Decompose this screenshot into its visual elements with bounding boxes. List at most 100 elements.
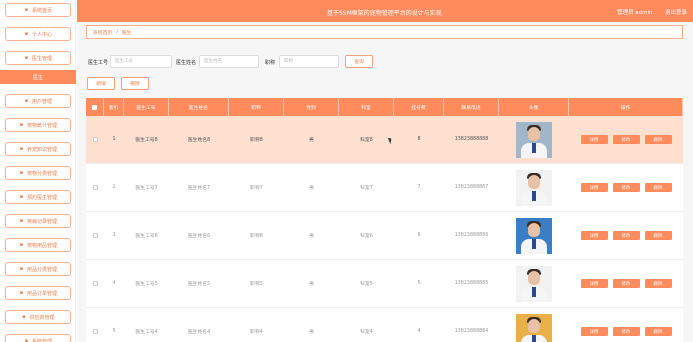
row-select-cell[interactable]	[86, 116, 104, 163]
row-select-cell[interactable]	[86, 260, 104, 307]
cell-id: 医生工号6	[135, 234, 158, 239]
detail-button[interactable]: 详情	[580, 279, 608, 288]
table-row[interactable]: 1 医生工号8 医生姓名8 职称8 男 科室8 8 13823888888 详情 修改 删除	[86, 116, 683, 164]
row-checkbox[interactable]	[92, 185, 98, 190]
cell-phone: 13823888887	[454, 185, 489, 190]
sidebar-item-label: 疾病记录管理	[26, 218, 57, 225]
sidebar-item-7[interactable]: ▪ 宠物分类管理	[5, 166, 71, 180]
breadcrumb-home[interactable]: 系统首页	[93, 29, 112, 36]
order-icon: ▪	[19, 289, 24, 296]
query-button[interactable]: 查询	[345, 55, 373, 68]
cell-actions: 详情 修改 删除	[569, 308, 683, 342]
detail-button[interactable]: 详情	[580, 135, 608, 144]
avatar-tie	[532, 286, 536, 297]
sidebar-item-label: 预约医生管理	[26, 194, 57, 201]
row-checkbox[interactable]	[92, 137, 98, 142]
cell-title: 职称5	[250, 282, 263, 287]
detail-button[interactable]: 详情	[580, 231, 608, 240]
row-select-cell[interactable]	[86, 212, 104, 259]
cell-dept: 科室4	[360, 330, 373, 335]
sidebar-item-4[interactable]: ▪ 用户管理	[5, 94, 71, 108]
table-row[interactable]: 5 医生工号4 医生姓名4 职称4 男 科室4 4 13823888884 详情 修改 删除	[86, 308, 683, 342]
sidebar-item-1[interactable]: ▪ 个人中心	[5, 27, 71, 41]
sidebar-item-3[interactable]: ▪医生	[0, 70, 76, 84]
row-checkbox[interactable]	[92, 329, 98, 334]
sidebar-item-6[interactable]: ▪ 养宠知识管理	[5, 142, 71, 156]
logout-link[interactable]: 退出登录	[665, 8, 687, 16]
sidebar-item-11[interactable]: ▪ 用品分类管理	[5, 262, 71, 276]
search-label-title: 职称	[265, 60, 276, 66]
sidebar-item-label: 宠物分类管理	[26, 170, 57, 177]
cell-index: 4	[112, 281, 116, 286]
row-checkbox[interactable]	[92, 281, 98, 286]
cell-id: 医生工号7	[135, 186, 158, 191]
sidebar-item-5[interactable]: ▪ 宠物統计管理	[5, 118, 71, 132]
table-row[interactable]: 3 医生工号6 医生姓名6 职称6 男 科室6 6 13823888886 详情 修改 删除	[86, 212, 683, 260]
table-row[interactable]: 2 医生工号7 医生姓名7 职称7 男 科室7 7 13823888887 详情 修改 删除	[86, 164, 683, 212]
delete-button[interactable]: 删除	[644, 279, 672, 288]
edit-button[interactable]: 修改	[612, 231, 640, 240]
detail-button[interactable]: 详情	[580, 327, 608, 336]
sidebar-item-10[interactable]: ▪ 宠物用品管理	[5, 238, 71, 252]
cell-phone: 13823888886	[454, 233, 489, 238]
sidebar-item-label: 系统管理	[31, 338, 52, 342]
cell-name: 医生姓名4	[187, 330, 211, 335]
delete-button[interactable]: 删除	[644, 183, 672, 192]
sidebar-item-label: 宠物用品管理	[26, 242, 57, 249]
calendar-icon: ▪	[19, 193, 24, 200]
sidebar-item-label: 用户管理	[31, 98, 52, 105]
row-select-cell[interactable]	[86, 164, 104, 211]
cell-gender: 男	[309, 234, 314, 239]
cell-dept: 科室6	[360, 234, 373, 239]
search-input-id[interactable]	[110, 55, 172, 68]
cell-avatar	[499, 164, 569, 211]
edit-button[interactable]: 修改	[612, 327, 640, 336]
column-header: 头像	[499, 98, 569, 116]
cell-title: 职称6	[250, 234, 263, 239]
edit-button[interactable]: 修改	[612, 183, 640, 192]
detail-button[interactable]: 详情	[580, 183, 608, 192]
row-checkbox[interactable]	[92, 233, 98, 238]
app-title: 基于SSM框架的宠物管理平台的设计与实现	[327, 10, 442, 17]
row-select-cell[interactable]	[86, 308, 104, 342]
cell-index: 1	[112, 137, 116, 142]
sidebar-item-12[interactable]: ▪ 用品订单管理	[5, 286, 71, 300]
column-header: 挂号费	[394, 98, 444, 116]
delete-button[interactable]: 删除	[644, 135, 672, 144]
avatar-head	[528, 318, 540, 333]
edit-button[interactable]: 修改	[612, 279, 640, 288]
sidebar-item-label: 系统首页	[31, 7, 52, 14]
sidebar-item-label: 医生管理	[31, 55, 52, 62]
avatar-tie	[532, 238, 536, 249]
search-input-title[interactable]	[279, 55, 339, 68]
cell-name: 医生姓名8	[187, 138, 211, 143]
search-input-name[interactable]	[199, 55, 259, 68]
cell-fee: 7	[417, 185, 421, 190]
sidebar-item-9[interactable]: ▪ 疾病记录管理	[5, 214, 71, 228]
bulk-delete-button[interactable]: 删除	[121, 77, 149, 90]
sidebar-item-8[interactable]: ▪ 预约医生管理	[5, 190, 71, 204]
breadcrumb-current: 医生	[121, 30, 132, 36]
select-all-checkbox[interactable]	[92, 104, 97, 110]
sidebar-item-0[interactable]: ▪ 系统首页	[5, 3, 71, 17]
sidebar-item-14[interactable]: ▪ 系统管理	[5, 334, 71, 342]
edit-button[interactable]: 修改	[612, 135, 640, 144]
column-header: 性别	[284, 98, 339, 116]
supplier-icon: ▪	[22, 313, 26, 320]
sidebar-item-13[interactable]: ▪ 供应商管理	[5, 310, 71, 324]
cell-phone: 13823888884	[454, 329, 489, 334]
cell-index: 2	[112, 185, 116, 190]
cell-gender: 男	[309, 330, 314, 335]
delete-button[interactable]: 删除	[644, 327, 672, 336]
header-select-all[interactable]	[86, 98, 104, 116]
record-icon: ▪	[19, 217, 24, 224]
cell-title: 职称4	[250, 330, 263, 335]
table-row[interactable]: 4 医生工号5 医生姓名5 职称5 男 科室5 5 13823888885 详情 修改 删除	[86, 260, 683, 308]
sidebar-item-label: 个人中心	[31, 31, 52, 38]
doctor-avatar	[516, 313, 552, 342]
cell-dept: 科室8	[360, 138, 373, 143]
delete-button[interactable]: 删除	[644, 231, 672, 240]
cell-actions: 详情 修改 删除	[569, 164, 683, 211]
sidebar-item-2[interactable]: ▪ 医生管理	[5, 51, 71, 65]
add-button[interactable]: 新增	[87, 77, 115, 90]
